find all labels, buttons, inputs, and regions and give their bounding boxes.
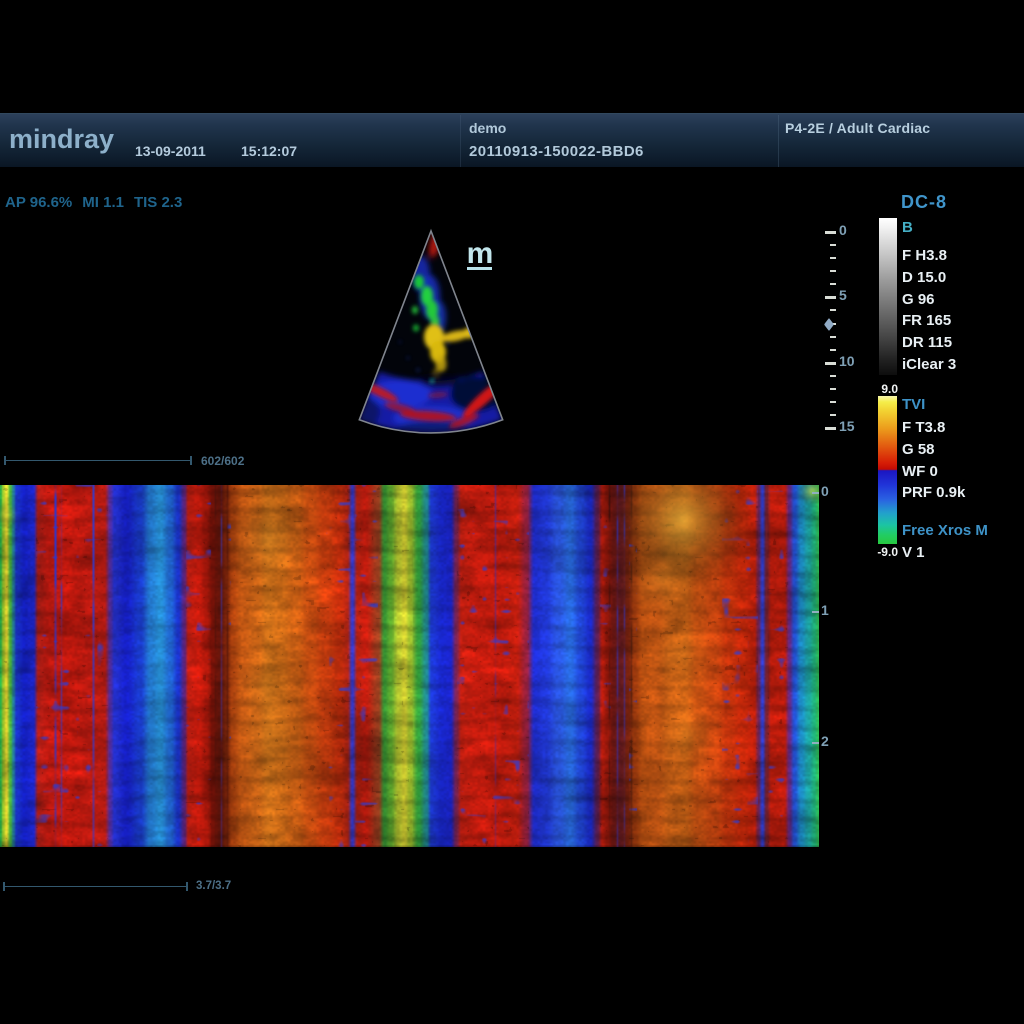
mmode-label: Free Xros M bbox=[902, 522, 988, 539]
header-separator bbox=[778, 115, 779, 167]
loop-progress-tick-left bbox=[4, 456, 6, 465]
ruler-label: 15 bbox=[839, 418, 855, 434]
bmode-label: B bbox=[902, 219, 913, 236]
sector-bmode-image[interactable] bbox=[338, 222, 534, 440]
ruler-label: 5 bbox=[839, 287, 847, 303]
loop-progress-tick-right bbox=[190, 456, 192, 465]
loop-progress-line bbox=[4, 460, 191, 461]
mscale-label: 0 bbox=[821, 483, 829, 499]
mline-marker: m bbox=[466, 240, 494, 268]
mechanical-index: MI 1.1 bbox=[82, 194, 124, 211]
mindray-logo: mindray bbox=[9, 124, 114, 155]
ruler-tick bbox=[825, 427, 836, 430]
exam-id: 20110913-150022-BBD6 bbox=[469, 143, 644, 160]
system-model: DC-8 bbox=[901, 192, 947, 213]
ruler-tick bbox=[830, 336, 836, 338]
ruler-label: 10 bbox=[839, 353, 855, 369]
ruler-tick bbox=[825, 231, 836, 234]
mscale-tick bbox=[812, 742, 819, 744]
patient-name: demo bbox=[469, 120, 506, 136]
sweep-time-tick-right bbox=[186, 882, 188, 891]
bmode-values: F H3.8 D 15.0 G 96 FR 165 DR 115 iClear … bbox=[902, 245, 956, 376]
probe-preset: P4-2E / Adult Cardiac bbox=[785, 120, 930, 136]
ruler-tick bbox=[830, 388, 836, 390]
mscale-label: 1 bbox=[821, 602, 829, 618]
ruler-tick bbox=[830, 270, 836, 272]
header-bar: mindray 13-09-2011 15:12:07 demo 2011091… bbox=[0, 113, 1024, 167]
sweep-time-line bbox=[3, 886, 187, 887]
ultrasound-screen: mindray 13-09-2011 15:12:07 demo 2011091… bbox=[0, 0, 1024, 1024]
mscale-label: 2 bbox=[821, 733, 829, 749]
sweep-time: 3.7/3.7 bbox=[196, 880, 231, 892]
ruler-label: 0 bbox=[839, 222, 847, 238]
ruler-tick bbox=[825, 362, 836, 365]
grayscale-bar bbox=[879, 218, 897, 375]
colorbar-max: 9.0 bbox=[858, 382, 898, 396]
mmode-doppler-strip[interactable] bbox=[0, 485, 819, 847]
header-separator bbox=[460, 115, 461, 167]
focus-marker-icon bbox=[824, 318, 834, 331]
acoustic-power: AP 96.6% bbox=[5, 194, 72, 211]
colorbar-min: -9.0 bbox=[856, 545, 898, 559]
ruler-tick bbox=[825, 296, 836, 299]
mscale-tick bbox=[812, 492, 819, 494]
ruler-tick bbox=[830, 401, 836, 403]
tvi-values: F T3.8 G 58 WF 0 PRF 0.9k bbox=[902, 417, 965, 504]
loop-counter: 602/602 bbox=[201, 454, 244, 468]
ruler-tick bbox=[830, 244, 836, 246]
tvi-colorbar bbox=[878, 396, 897, 544]
mline-marker-underline bbox=[467, 267, 492, 270]
tvi-label: TVI bbox=[902, 396, 925, 413]
ruler-tick bbox=[830, 414, 836, 416]
exam-date: 13-09-2011 bbox=[135, 143, 206, 159]
mscale-tick bbox=[812, 611, 819, 613]
sweep-time-tick-left bbox=[3, 882, 5, 891]
ruler-tick bbox=[830, 283, 836, 285]
ruler-tick bbox=[830, 375, 836, 377]
ruler-tick bbox=[830, 309, 836, 311]
thermal-index: TIS 2.3 bbox=[134, 194, 182, 211]
exam-time: 15:12:07 bbox=[241, 143, 297, 159]
ruler-tick bbox=[830, 349, 836, 351]
mmode-velocity: V 1 bbox=[902, 544, 925, 561]
acoustic-output: AP 96.6% MI 1.1 TIS 2.3 bbox=[5, 194, 192, 211]
ruler-tick bbox=[830, 257, 836, 259]
